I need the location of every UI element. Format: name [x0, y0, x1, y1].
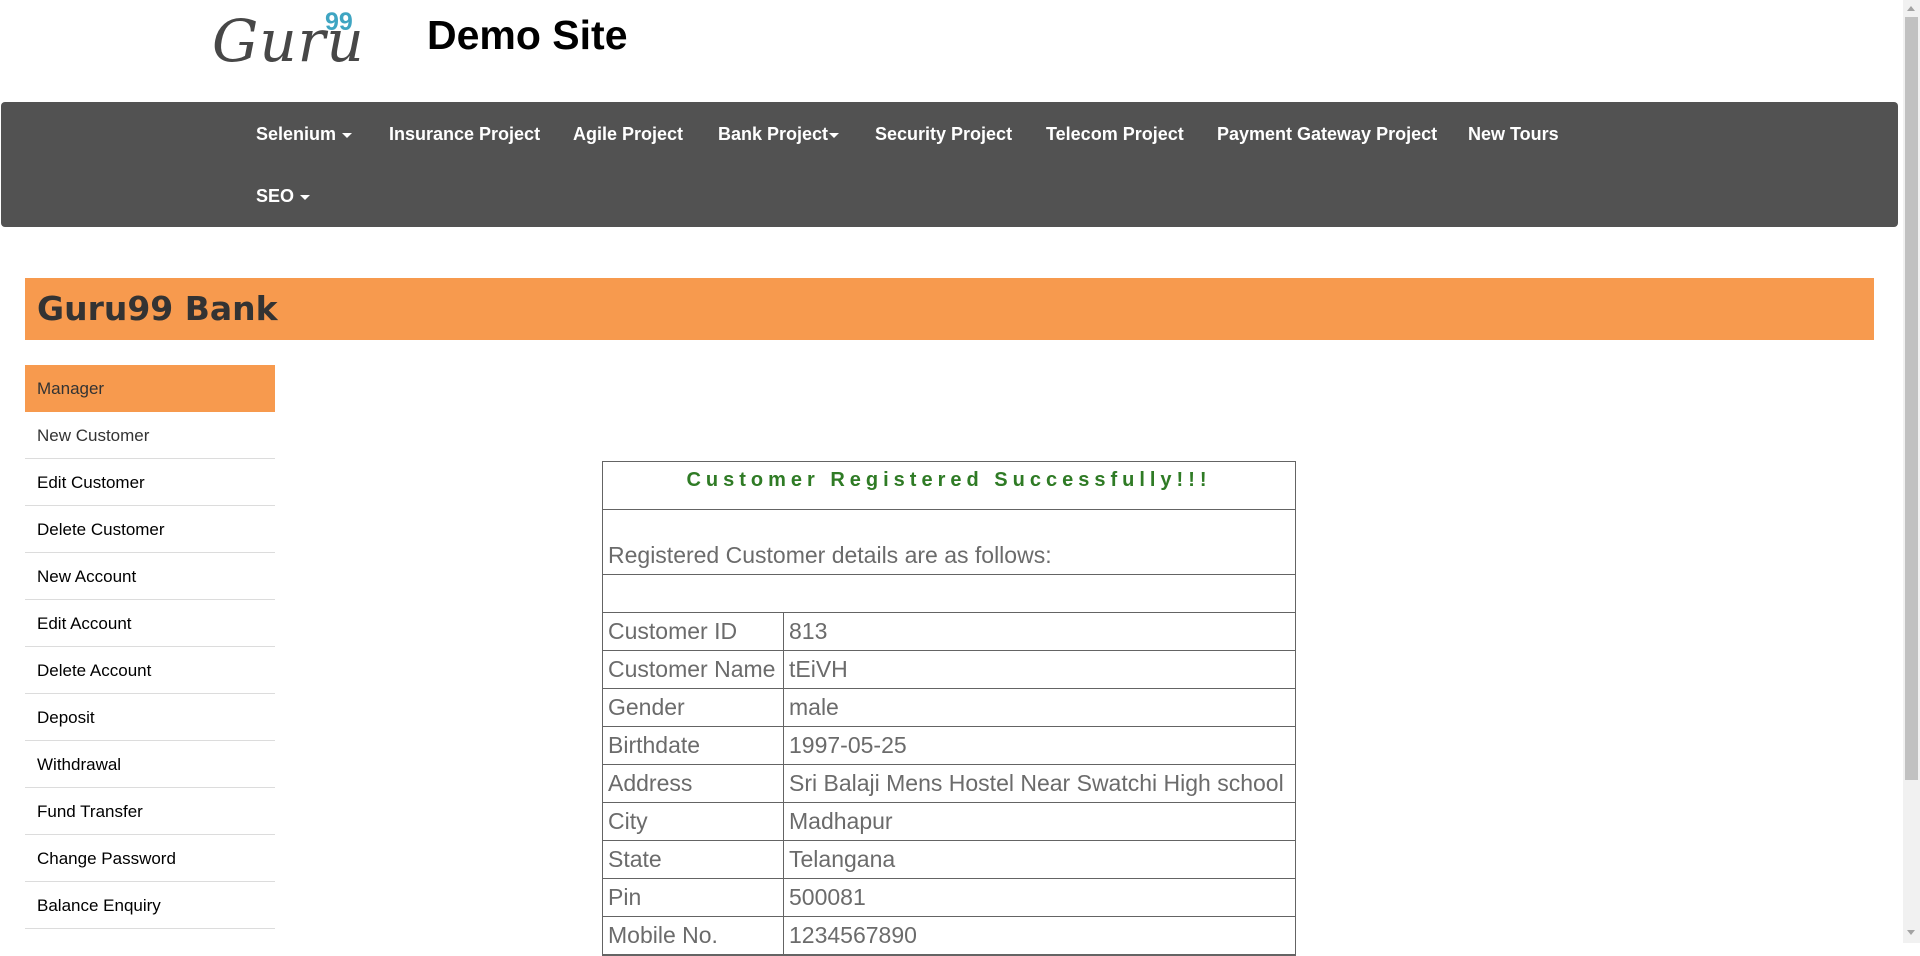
row-label: Pin	[603, 879, 784, 916]
bank-title: Guru99 Bank	[37, 289, 278, 328]
table-row: Customer ID 813	[603, 613, 1295, 651]
row-value: tEiVH	[789, 656, 848, 682]
menu-delete-customer[interactable]: Delete Customer	[25, 506, 275, 553]
row-value: 1234567890	[789, 922, 917, 948]
scrollbar-thumb[interactable]	[1905, 17, 1918, 780]
table-row: City Madhapur	[603, 803, 1295, 841]
row-label: City	[603, 803, 784, 840]
scroll-up-arrow-icon[interactable]	[1907, 6, 1915, 11]
menu-deposit[interactable]: Deposit	[25, 694, 275, 741]
menu-withdrawal[interactable]: Withdrawal	[25, 741, 275, 788]
details-intro: Registered Customer details are as follo…	[608, 542, 1052, 568]
site-title: Demo Site	[427, 12, 628, 58]
menu-change-password[interactable]: Change Password	[25, 835, 275, 882]
menu-new-account[interactable]: New Account	[25, 553, 275, 600]
table-row: Customer Name tEiVH	[603, 651, 1295, 689]
nav-insurance-project[interactable]: Insurance Project	[389, 123, 540, 145]
menu-manager[interactable]: Manager	[25, 365, 275, 412]
menu-edit-account[interactable]: Edit Account	[25, 600, 275, 647]
nav-label: Telecom Project	[1046, 124, 1184, 144]
nav-payment-gateway-project[interactable]: Payment Gateway Project	[1217, 123, 1437, 145]
table-row: State Telangana	[603, 841, 1295, 879]
nav-new-tours[interactable]: New Tours	[1468, 123, 1559, 145]
row-value: male	[789, 694, 839, 720]
row-label: Gender	[603, 689, 784, 726]
details-intro-row: Registered Customer details are as follo…	[603, 510, 1295, 575]
row-value: 500081	[789, 884, 866, 910]
caret-down-icon	[342, 132, 353, 138]
row-label: Customer Name	[603, 651, 784, 688]
table-row: Birthdate 1997-05-25	[603, 727, 1295, 765]
customer-details-table: Customer Registered Successfully!!! Regi…	[602, 461, 1296, 956]
menu-fund-transfer[interactable]: Fund Transfer	[25, 788, 275, 835]
nav-seo[interactable]: SEO	[256, 185, 311, 207]
menu-balance-enquiry[interactable]: Balance Enquiry	[25, 882, 275, 929]
nav-label: SEO	[256, 186, 295, 206]
table-row: Address Sri Balaji Mens Hostel Near Swat…	[603, 765, 1295, 803]
logo-number: 99	[325, 8, 353, 36]
nav-security-project[interactable]: Security Project	[875, 123, 1012, 145]
success-heading: Customer Registered Successfully!!!	[603, 462, 1295, 510]
vertical-scrollbar[interactable]	[1903, 0, 1920, 943]
table-row: Pin 500081	[603, 879, 1295, 917]
menu-delete-account[interactable]: Delete Account	[25, 647, 275, 694]
row-value: Telangana	[789, 846, 896, 872]
row-value: 813	[789, 618, 828, 644]
nav-agile-project[interactable]: Agile Project	[573, 123, 683, 145]
row-value: Sri Balaji Mens Hostel Near Swatchi High…	[789, 770, 1284, 796]
nav-label: Payment Gateway Project	[1217, 124, 1438, 144]
scroll-down-arrow-icon[interactable]	[1907, 930, 1915, 935]
guru99-logo[interactable]: Guru 99	[212, 8, 364, 74]
row-label: Address	[603, 765, 784, 802]
row-label: Customer ID	[603, 613, 784, 650]
nav-telecom-project[interactable]: Telecom Project	[1046, 123, 1184, 145]
nav-label: New Tours	[1468, 124, 1559, 144]
table-row: Gender male	[603, 689, 1295, 727]
nav-label: Security Project	[875, 124, 1013, 144]
row-value: Madhapur	[789, 808, 893, 834]
caret-down-icon	[300, 194, 311, 200]
row-label: Mobile No.	[603, 917, 784, 954]
nav-label: Insurance Project	[389, 124, 541, 144]
empty-row	[603, 575, 1295, 613]
manager-menu: Manager New Customer Edit Customer Delet…	[25, 365, 275, 929]
row-label: State	[603, 841, 784, 878]
nav-label: Bank Project	[718, 124, 829, 144]
caret-down-icon	[829, 132, 840, 138]
row-label: Birthdate	[603, 727, 784, 764]
row-value: 1997-05-25	[789, 732, 907, 758]
menu-edit-customer[interactable]: Edit Customer	[25, 459, 275, 506]
nav-selenium[interactable]: Selenium	[256, 123, 353, 145]
menu-new-customer[interactable]: New Customer	[25, 412, 275, 459]
table-row: Mobile No. 1234567890	[603, 917, 1295, 955]
nav-label: Selenium	[256, 124, 337, 144]
nav-bank-project[interactable]: Bank Project	[718, 123, 840, 145]
bank-banner: Guru99 Bank	[25, 278, 1874, 340]
nav-label: Agile Project	[573, 124, 684, 144]
main-navbar: Selenium Insurance Project Agile Project…	[1, 102, 1898, 227]
